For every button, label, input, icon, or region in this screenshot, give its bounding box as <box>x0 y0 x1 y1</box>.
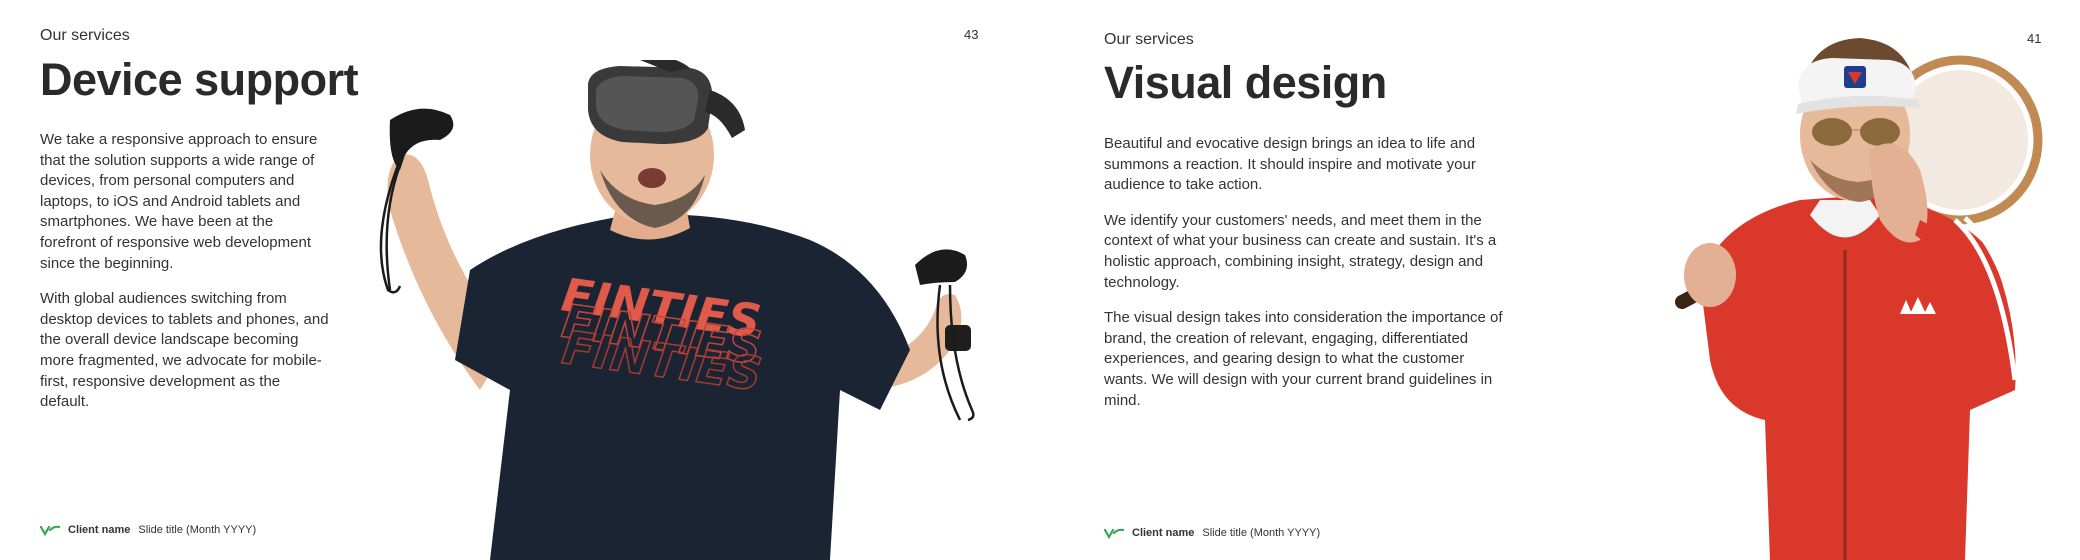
paragraph: With global audiences switching from des… <box>40 290 329 411</box>
footer-slide-title: Slide title (Month YYYY) <box>1202 527 1321 539</box>
body-text: Beautiful and evocative design brings an… <box>1104 134 1504 426</box>
client-name: Client name <box>68 524 131 536</box>
paragraph: We take a responsive approach to ensure … <box>40 131 318 272</box>
client-name: Client name <box>1132 527 1195 539</box>
brand-logo-icon <box>40 525 60 536</box>
section-eyebrow: Our services <box>1104 31 1194 48</box>
section-eyebrow: Our services <box>40 27 130 44</box>
body-text: We take a responsive approach to ensure … <box>40 130 330 428</box>
visor-icon <box>1796 58 1920 114</box>
slide-device-support: Our services 43 Device support We take a… <box>0 0 1040 560</box>
brand-logo-icon <box>1104 528 1124 539</box>
paragraph: We identify your customers' needs, and m… <box>1104 211 1497 291</box>
slide-visual-design: Our services 41 Visual design Beautiful … <box>1040 0 2080 560</box>
paragraph: The visual design takes into considerati… <box>1104 309 1503 409</box>
vr-headset-icon <box>588 60 745 144</box>
slide-title: Device support <box>40 54 359 105</box>
footer-slide-title: Slide title (Month YYYY) <box>138 524 257 536</box>
slide-footer: Client name Slide title (Month YYYY) <box>1104 527 1320 539</box>
page-number: 43 <box>964 27 979 42</box>
vr-headset-person-icon: FINTIES FINTIES FINTIES <box>379 60 975 560</box>
slide-footer: Client name Slide title (Month YYYY) <box>40 524 256 536</box>
slide-title: Visual design <box>1104 57 1387 108</box>
tennis-player-person-icon <box>1675 38 2043 560</box>
paragraph: Beautiful and evocative design brings an… <box>1104 135 1476 194</box>
